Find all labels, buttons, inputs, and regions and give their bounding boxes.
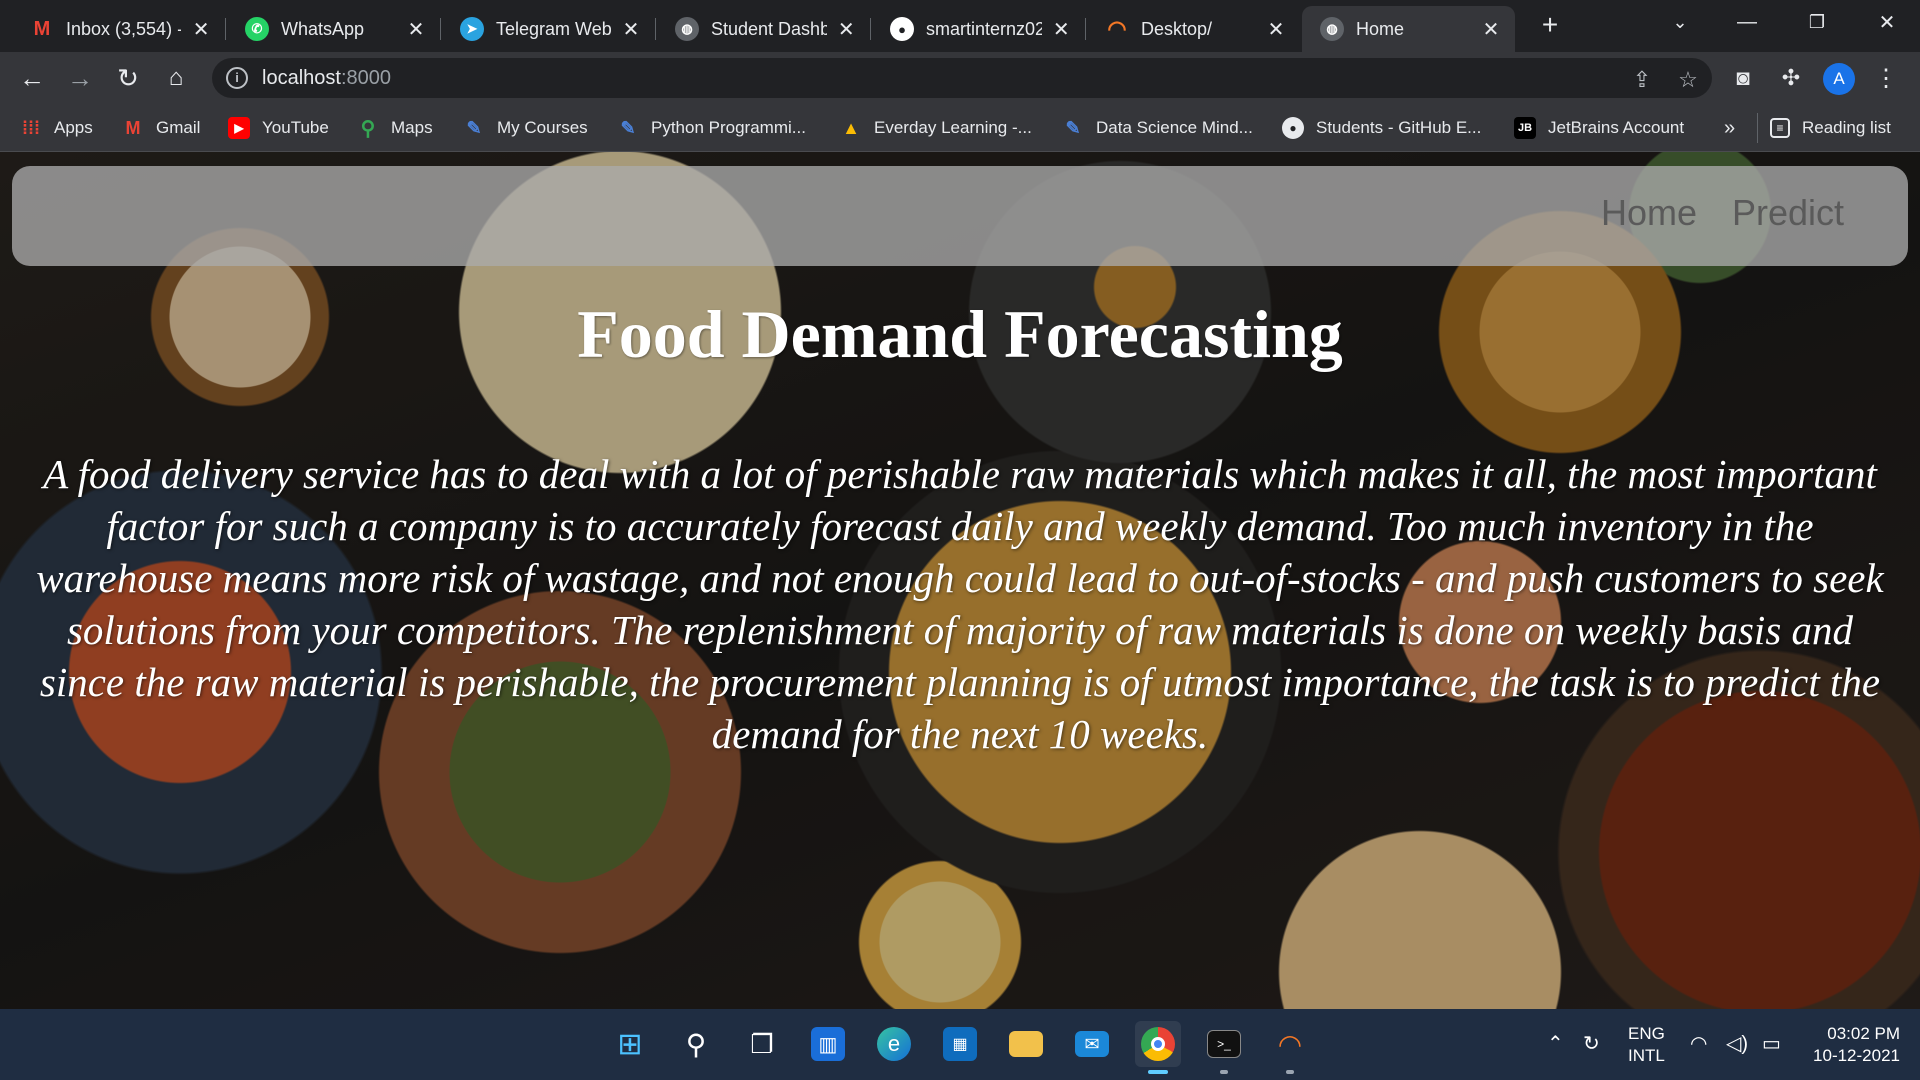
tab-home[interactable]: ◍ Home ✕ bbox=[1302, 6, 1515, 52]
gmail-icon: M bbox=[33, 17, 51, 40]
globe-icon: ◍ bbox=[1320, 17, 1344, 41]
back-button[interactable]: ← bbox=[14, 60, 50, 96]
close-window-button[interactable]: ✕ bbox=[1852, 0, 1920, 44]
address-bar[interactable]: i localhost:8000 ⇪ ☆ bbox=[212, 58, 1712, 98]
widgets-icon[interactable]: ▥ bbox=[805, 1021, 851, 1067]
system-clock[interactable]: 03:02 PM 10-12-2021 bbox=[1806, 1023, 1900, 1067]
site-navbar: Home Predict bbox=[12, 166, 1908, 266]
site-info-icon[interactable]: i bbox=[226, 67, 248, 89]
reading-list-icon: ≡ bbox=[1770, 118, 1790, 138]
tab-title: smartinternz02 bbox=[926, 18, 1042, 39]
tab-title: Telegram Web bbox=[496, 18, 612, 39]
apps-grid-icon: ⁞⁞⁞ bbox=[22, 117, 40, 138]
github-icon: ● bbox=[1282, 117, 1304, 139]
volume-icon[interactable]: ◁) bbox=[1726, 1031, 1748, 1056]
page-title: Food Demand Forecasting bbox=[577, 296, 1343, 372]
close-tab-icon[interactable]: ✕ bbox=[191, 17, 211, 42]
onedrive-sync-icon[interactable]: ↻ bbox=[1583, 1031, 1600, 1056]
address-url: localhost:8000 bbox=[262, 67, 391, 89]
bookmark-python-programming[interactable]: ✎ Python Programmi... bbox=[617, 115, 806, 141]
close-tab-icon[interactable]: ✕ bbox=[406, 17, 426, 42]
battery-icon[interactable]: ▭ bbox=[1762, 1031, 1781, 1056]
close-tab-icon[interactable]: ✕ bbox=[1481, 17, 1501, 42]
bookmark-jetbrains[interactable]: JB JetBrains Account bbox=[1514, 115, 1684, 141]
camera-extension-icon[interactable]: ◙ bbox=[1725, 60, 1761, 96]
feather-icon: ✎ bbox=[466, 117, 482, 138]
new-tab-button[interactable]: + bbox=[1533, 8, 1567, 42]
store-icon[interactable]: ▦ bbox=[937, 1021, 983, 1067]
bookmark-maps[interactable]: ⚲ Maps bbox=[357, 115, 433, 141]
page-viewport: Home Predict Food Demand Forecasting A f… bbox=[0, 152, 1920, 1009]
windows-start-icon[interactable]: ⊞ bbox=[607, 1021, 653, 1067]
home-button[interactable]: ⌂ bbox=[158, 60, 194, 96]
share-icon[interactable]: ⇪ bbox=[1628, 66, 1656, 94]
tab-title: Student Dashb bbox=[711, 18, 827, 39]
forward-button[interactable]: → bbox=[62, 60, 98, 96]
profile-avatar[interactable]: A bbox=[1823, 63, 1855, 95]
bookmarks-bar: ⁞⁞⁞ Apps M Gmail ▶ YouTube ⚲ Maps ✎ My C… bbox=[0, 105, 1920, 152]
terminal-icon[interactable]: >_ bbox=[1201, 1021, 1247, 1074]
bookmark-apps[interactable]: ⁞⁞⁞ Apps bbox=[20, 115, 93, 141]
wifi-icon[interactable]: ◠ bbox=[1690, 1031, 1707, 1056]
jupyter-icon: ◠ bbox=[1107, 16, 1127, 41]
jetbrains-icon: JB bbox=[1514, 117, 1536, 139]
jupyter-icon[interactable]: ◠ bbox=[1267, 1021, 1313, 1074]
tab-title: Inbox (3,554) - bbox=[66, 18, 182, 39]
tab-gmail[interactable]: M Inbox (3,554) - ✕ bbox=[12, 6, 226, 52]
minimize-button[interactable]: — bbox=[1712, 0, 1782, 44]
chevron-up-icon[interactable]: ⌃ bbox=[1547, 1031, 1564, 1056]
browser-toolbar: ← → ↻ ⌂ i localhost:8000 ⇪ ☆ ◙ ✣ A ⋮ bbox=[0, 52, 1920, 105]
file-explorer-icon[interactable] bbox=[1003, 1021, 1049, 1067]
close-tab-icon[interactable]: ✕ bbox=[621, 17, 641, 42]
bookmark-youtube[interactable]: ▶ YouTube bbox=[228, 115, 329, 141]
search-icon[interactable]: ⚲ bbox=[673, 1021, 719, 1067]
mail-icon[interactable]: ✉ bbox=[1069, 1021, 1115, 1067]
task-view-icon[interactable]: ❐ bbox=[739, 1021, 785, 1067]
tab-github[interactable]: ● smartinternz02 ✕ bbox=[872, 6, 1086, 52]
bookmark-gmail[interactable]: M Gmail bbox=[122, 115, 201, 141]
telegram-icon: ➤ bbox=[460, 17, 484, 41]
whatsapp-icon: ✆ bbox=[245, 17, 269, 41]
bookmark-github-students[interactable]: ● Students - GitHub E... bbox=[1282, 115, 1481, 141]
tab-whatsapp[interactable]: ✆ WhatsApp ✕ bbox=[227, 6, 441, 52]
drive-icon: ▲ bbox=[842, 117, 860, 138]
chrome-icon[interactable] bbox=[1135, 1021, 1181, 1074]
tab-title: WhatsApp bbox=[281, 18, 365, 39]
bookmark-my-courses[interactable]: ✎ My Courses bbox=[463, 115, 587, 141]
tab-student-dashboard[interactable]: ◍ Student Dashb ✕ bbox=[657, 6, 871, 52]
close-tab-icon[interactable]: ✕ bbox=[1266, 17, 1286, 42]
reload-button[interactable]: ↻ bbox=[110, 60, 146, 96]
windows-taskbar: ⊞ ⚲ ❐ ▥ e ▦ ✉ >_ ◠ ⌃ ↻ ENG INTL ◠ ◁) ▭ 0… bbox=[0, 1009, 1920, 1080]
youtube-icon: ▶ bbox=[228, 117, 250, 139]
bookmark-data-science[interactable]: ✎ Data Science Mind... bbox=[1062, 115, 1252, 141]
browser-menu-icon[interactable]: ⋮ bbox=[1868, 60, 1904, 96]
close-tab-icon[interactable]: ✕ bbox=[837, 17, 856, 42]
bookmark-everyday-learning[interactable]: ▲ Everday Learning -... bbox=[840, 115, 1032, 141]
close-tab-icon[interactable]: ✕ bbox=[1052, 17, 1071, 42]
tab-telegram[interactable]: ➤ Telegram Web ✕ bbox=[442, 6, 656, 52]
bookmarks-overflow-button[interactable]: » bbox=[1724, 115, 1735, 141]
github-icon: ● bbox=[890, 17, 914, 41]
edge-icon[interactable]: e bbox=[871, 1021, 917, 1067]
page-description: A food delivery service has to deal with… bbox=[36, 451, 1884, 757]
maps-icon: ⚲ bbox=[360, 117, 376, 140]
gmail-icon: M bbox=[125, 117, 141, 138]
tab-strip: M Inbox (3,554) - ✕ ✆ WhatsApp ✕ ➤ Teleg… bbox=[0, 0, 1920, 52]
tab-jupyter[interactable]: ◠ Desktop/ ✕ bbox=[1087, 6, 1300, 52]
extensions-puzzle-icon[interactable]: ✣ bbox=[1773, 60, 1809, 96]
feather-icon: ✎ bbox=[620, 117, 636, 138]
restore-button[interactable]: ❐ bbox=[1782, 0, 1852, 44]
reading-list-button[interactable]: ≡ Reading list bbox=[1770, 115, 1891, 141]
input-language-indicator[interactable]: ENG INTL bbox=[1628, 1023, 1665, 1067]
tab-title: Desktop/ bbox=[1141, 18, 1213, 39]
nav-home-link[interactable]: Home bbox=[1601, 192, 1697, 234]
tab-title: Home bbox=[1356, 18, 1405, 39]
tab-search-icon[interactable]: ⌄ bbox=[1645, 0, 1715, 44]
globe-icon: ◍ bbox=[675, 17, 699, 41]
feather-icon: ✎ bbox=[1065, 117, 1081, 138]
bookmark-star-icon[interactable]: ☆ bbox=[1674, 66, 1702, 94]
nav-predict-link[interactable]: Predict bbox=[1732, 192, 1844, 234]
